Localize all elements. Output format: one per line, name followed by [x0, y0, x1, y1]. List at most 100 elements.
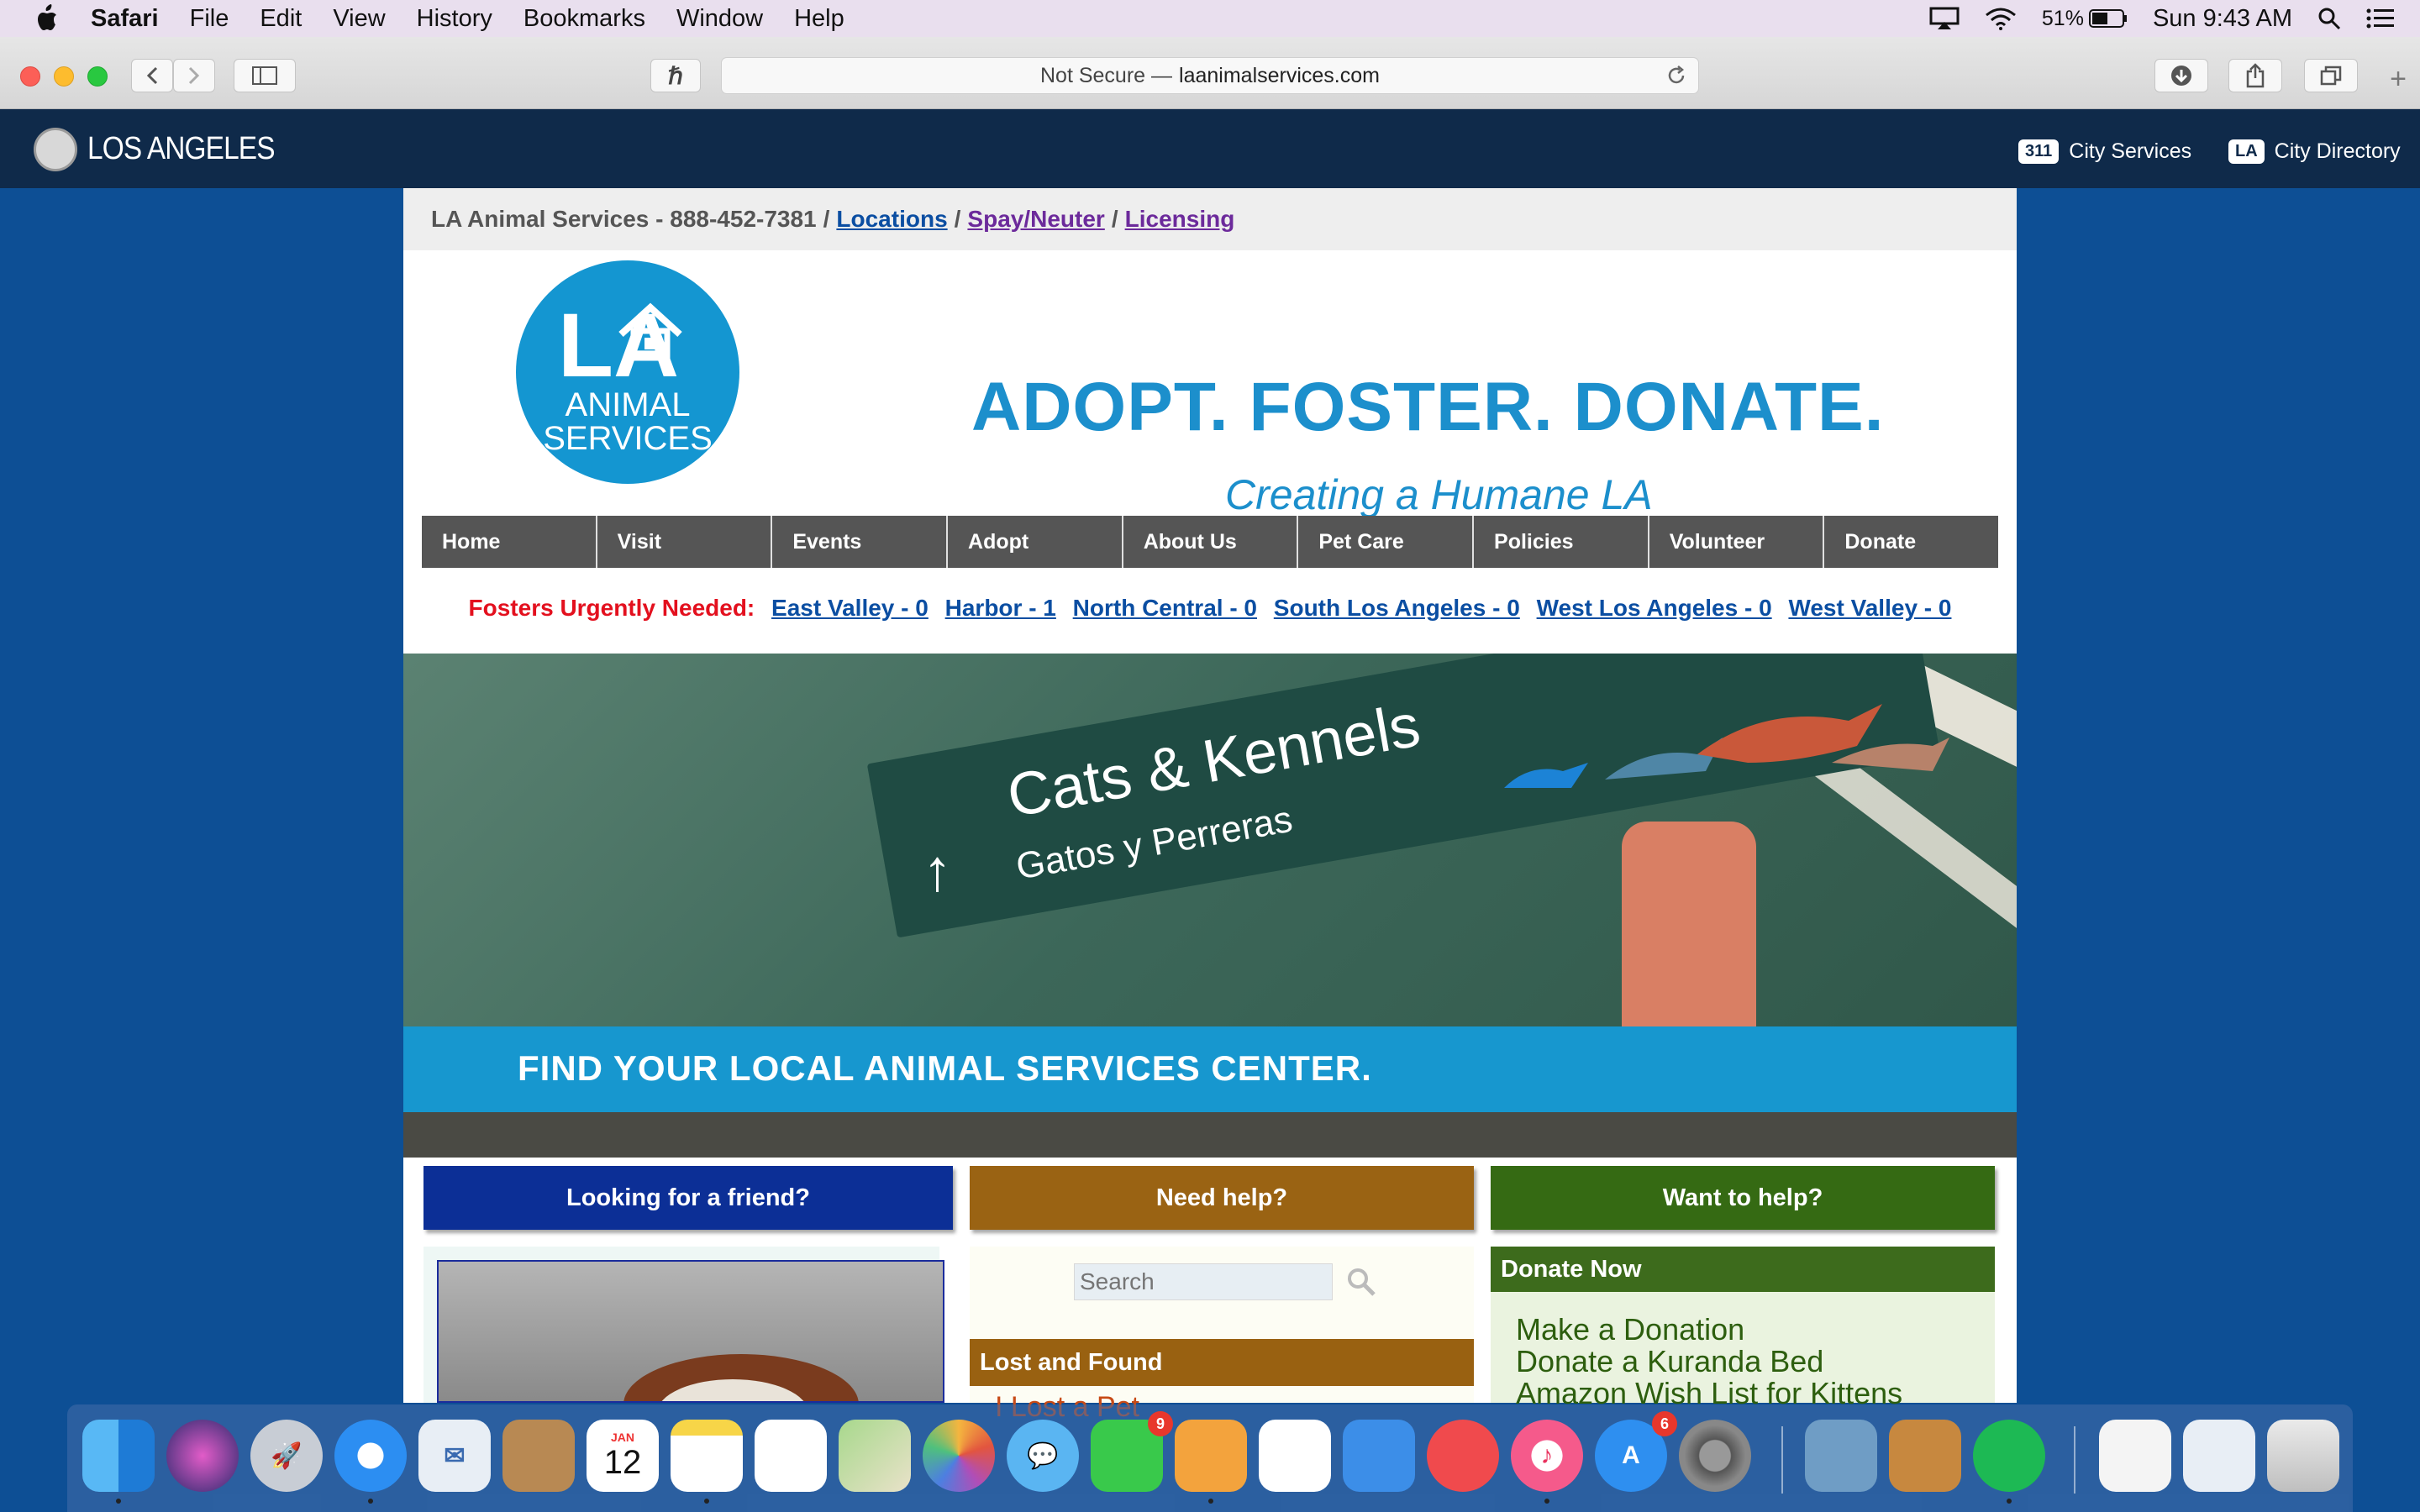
finder-icon[interactable]: [82, 1420, 155, 1492]
share-button[interactable]: [2228, 59, 2282, 92]
licensing-link[interactable]: Licensing: [1125, 206, 1235, 233]
launchpad-icon[interactable]: 🚀: [250, 1420, 323, 1492]
nav-home[interactable]: Home: [422, 516, 597, 568]
city-directory-link[interactable]: LA City Directory: [2228, 139, 2401, 164]
menu-clock[interactable]: Sun 9:43 AM: [2153, 5, 2292, 33]
calendar-icon[interactable]: JAN 12: [587, 1420, 659, 1492]
separator: /: [954, 206, 961, 232]
safari-icon[interactable]: [334, 1420, 407, 1492]
minimize-window-button[interactable]: [54, 66, 74, 87]
fosters-needed-bar: Fosters Urgently Needed: East Valley - 0…: [403, 595, 2017, 622]
search-input[interactable]: [1074, 1263, 1333, 1300]
document-stack-icon[interactable]: [2099, 1420, 2171, 1492]
reminders-icon[interactable]: [755, 1420, 827, 1492]
nav-volunteer[interactable]: Volunteer: [1649, 516, 1825, 568]
menu-file[interactable]: File: [190, 5, 229, 33]
spotlight-search-icon[interactable]: [2317, 7, 2341, 30]
messages-icon[interactable]: 💬: [1007, 1420, 1079, 1492]
numbers-icon[interactable]: [1259, 1420, 1331, 1492]
foster-link-west-valley[interactable]: West Valley - 0: [1788, 595, 1951, 621]
nav-donate[interactable]: Donate: [1824, 516, 1999, 568]
menu-window[interactable]: Window: [676, 5, 763, 33]
la-animal-services-logo[interactable]: LA ANIMAL SERVICES: [516, 260, 739, 484]
tabs-icon: [2320, 66, 2342, 86]
looking-for-friend-button[interactable]: Looking for a friend?: [424, 1166, 953, 1230]
system-preferences-icon[interactable]: [1679, 1420, 1751, 1492]
notes-icon[interactable]: [671, 1420, 743, 1492]
new-tab-button[interactable]: +: [2383, 62, 2413, 96]
nav-events[interactable]: Events: [772, 516, 949, 568]
need-help-button[interactable]: Need help?: [970, 1166, 1474, 1230]
close-window-button[interactable]: [20, 66, 40, 87]
menu-app-name[interactable]: Safari: [91, 5, 159, 33]
tagline: Creating a Humane LA: [1225, 471, 1653, 518]
hero-banner[interactable]: ↑ Cats & Kennels Gatos y Perreras FIND Y…: [403, 654, 2017, 1158]
menu-view[interactable]: View: [333, 5, 385, 33]
apple-menu-icon[interactable]: [34, 4, 59, 33]
chevron-right-icon: [188, 66, 200, 85]
spay-neuter-link[interactable]: Spay/Neuter: [967, 206, 1104, 233]
foster-link-harbor[interactable]: Harbor - 1: [945, 595, 1056, 621]
nav-about-us[interactable]: About Us: [1123, 516, 1299, 568]
wifi-icon[interactable]: [1985, 7, 2017, 30]
airplay-icon[interactable]: [1929, 7, 1960, 30]
locations-link[interactable]: Locations: [836, 206, 947, 233]
menu-help[interactable]: Help: [794, 5, 844, 33]
dock-separator: [1781, 1426, 1783, 1494]
screenshot-stack-icon[interactable]: [2183, 1420, 2255, 1492]
featured-pet-photo[interactable]: [437, 1260, 944, 1403]
nav-visit[interactable]: Visit: [597, 516, 773, 568]
reload-icon[interactable]: [1666, 66, 1686, 86]
search-icon[interactable]: [1346, 1267, 1376, 1297]
foster-link-west-la[interactable]: West Los Angeles - 0: [1537, 595, 1772, 621]
back-button[interactable]: [131, 59, 173, 92]
preview-icon[interactable]: [1805, 1420, 1877, 1492]
foster-link-south-la[interactable]: South Los Angeles - 0: [1274, 595, 1520, 621]
calculator-icon[interactable]: [1889, 1420, 1961, 1492]
make-donation-link[interactable]: Make a Donation: [1516, 1312, 1744, 1347]
city-seal-icon[interactable]: [34, 128, 77, 171]
foster-link-east-valley[interactable]: East Valley - 0: [771, 595, 929, 621]
nav-pet-care[interactable]: Pet Care: [1298, 516, 1475, 568]
music-icon[interactable]: ♪: [1511, 1420, 1583, 1492]
address-bar[interactable]: Not Secure — laanimalservices.com: [721, 57, 1699, 94]
city-header: LOS ANGELES 311 City Services LA City Di…: [0, 109, 2420, 188]
nav-policies[interactable]: Policies: [1474, 516, 1649, 568]
menu-bookmarks[interactable]: Bookmarks: [523, 5, 645, 33]
battery-icon[interactable]: [2088, 8, 2128, 29]
org-phone: LA Animal Services - 888-452-7381: [431, 206, 817, 232]
pages-icon[interactable]: [1175, 1420, 1247, 1492]
logo-services-text: SERVICES: [543, 420, 713, 457]
forward-button[interactable]: [173, 59, 215, 92]
keynote-icon[interactable]: [1343, 1420, 1415, 1492]
news-icon[interactable]: [1427, 1420, 1499, 1492]
siri-icon[interactable]: [166, 1420, 239, 1492]
tab-overview-button[interactable]: [2304, 59, 2358, 92]
contacts-icon[interactable]: [502, 1420, 575, 1492]
running-indicator: [368, 1499, 373, 1504]
sidebar-toggle-button[interactable]: [234, 59, 296, 92]
trash-icon[interactable]: [2267, 1420, 2339, 1492]
donate-kuranda-link[interactable]: Donate a Kuranda Bed: [1516, 1344, 1823, 1379]
nav-adopt[interactable]: Adopt: [948, 516, 1123, 568]
zoom-window-button[interactable]: [87, 66, 108, 87]
city-services-link[interactable]: 311 City Services: [2018, 139, 2191, 164]
photos-icon[interactable]: [923, 1420, 995, 1492]
fosters-label: Fosters Urgently Needed:: [468, 595, 755, 621]
want-to-help-button[interactable]: Want to help?: [1491, 1166, 1995, 1230]
maps-icon[interactable]: [839, 1420, 911, 1492]
reader-extension-button[interactable]: ℏ: [650, 59, 701, 92]
city-name[interactable]: LOS ANGELES: [87, 131, 276, 167]
animal-silhouettes-icon: [1504, 704, 1949, 788]
downloads-button[interactable]: [2154, 59, 2208, 92]
running-indicator: [1544, 1499, 1549, 1504]
mail-icon[interactable]: ✉: [418, 1420, 491, 1492]
menu-history[interactable]: History: [417, 5, 492, 33]
calendar-day: 12: [603, 1443, 642, 1481]
notification-center-icon[interactable]: [2366, 8, 2395, 29]
facetime-badge: 9: [1148, 1411, 1173, 1436]
menu-edit[interactable]: Edit: [260, 5, 302, 33]
dock-separator: [2074, 1426, 2075, 1494]
foster-link-north-central[interactable]: North Central - 0: [1073, 595, 1257, 621]
spotify-icon[interactable]: [1973, 1420, 2045, 1492]
